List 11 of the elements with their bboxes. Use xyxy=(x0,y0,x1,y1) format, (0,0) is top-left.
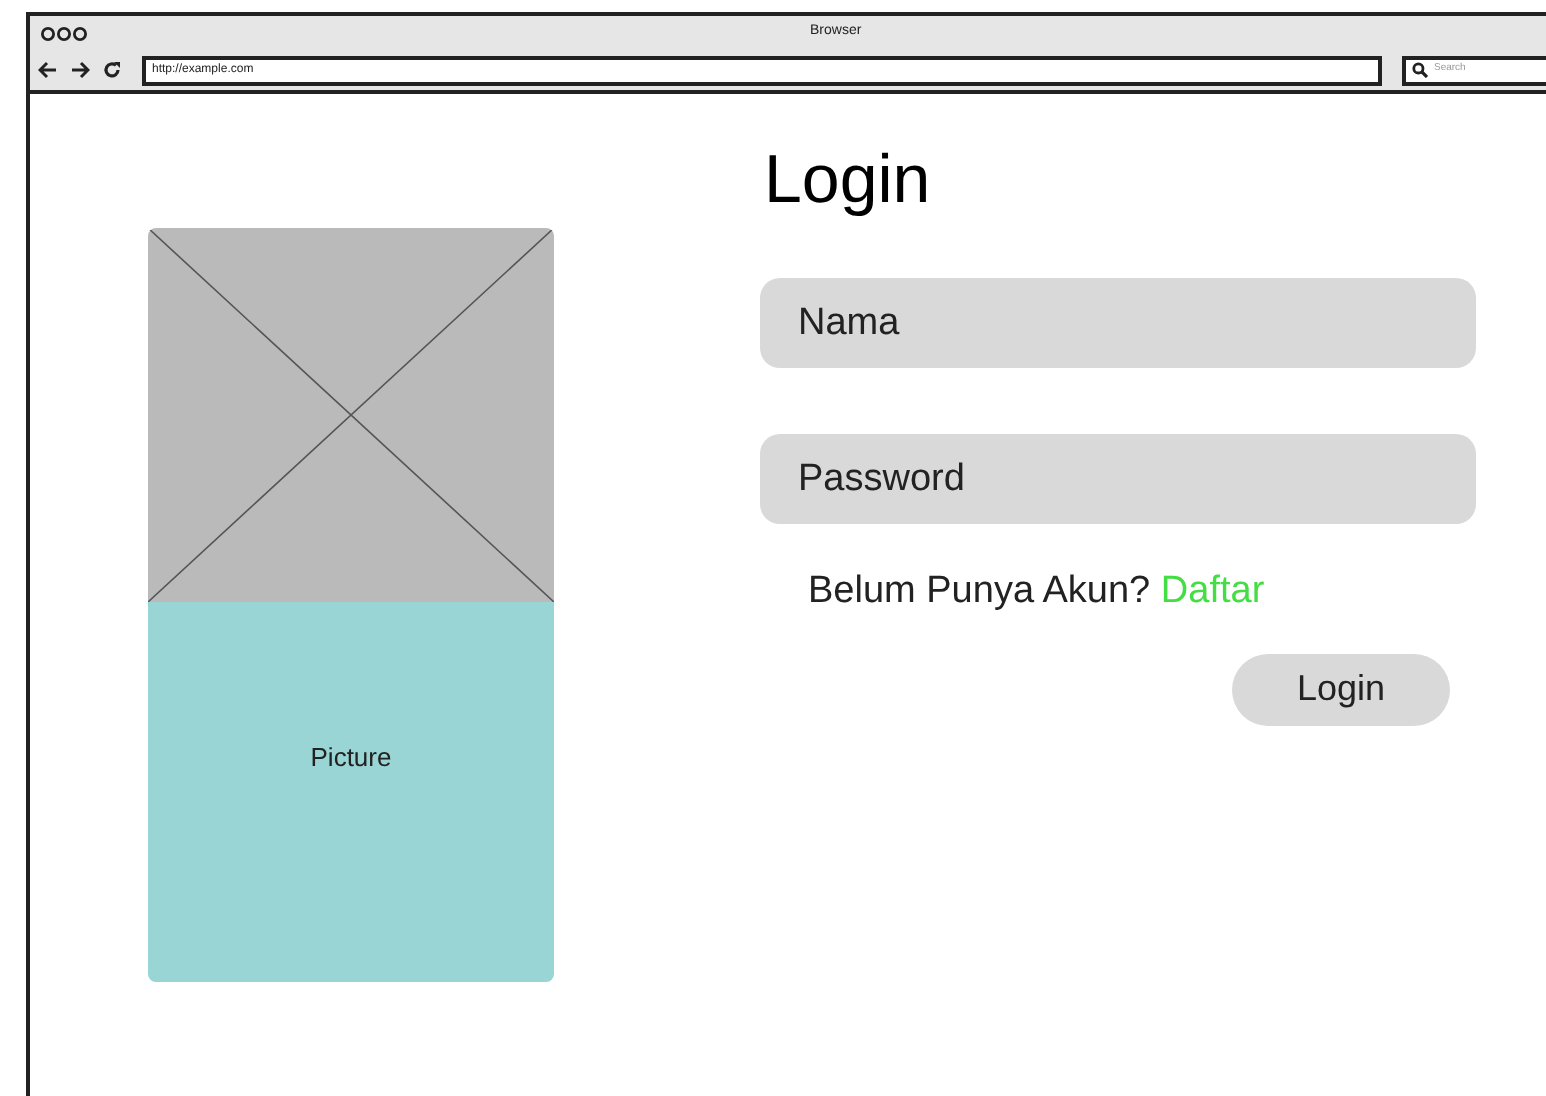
search-icon xyxy=(1412,62,1428,78)
input-field[interactable]: Nama xyxy=(760,278,1476,368)
forward-arrow-icon[interactable] xyxy=(70,60,90,80)
input-field[interactable]: Password xyxy=(760,434,1476,524)
window-controls-icon[interactable] xyxy=(40,25,88,41)
signup-prompt: Belum Punya Akun? Daftar xyxy=(808,568,1267,616)
login-button[interactable]: Login xyxy=(1232,653,1450,725)
picture-label: Picture xyxy=(310,740,392,776)
back-arrow-icon[interactable] xyxy=(38,60,58,80)
login-heading: Login xyxy=(764,146,933,214)
reload-icon[interactable] xyxy=(102,60,122,80)
